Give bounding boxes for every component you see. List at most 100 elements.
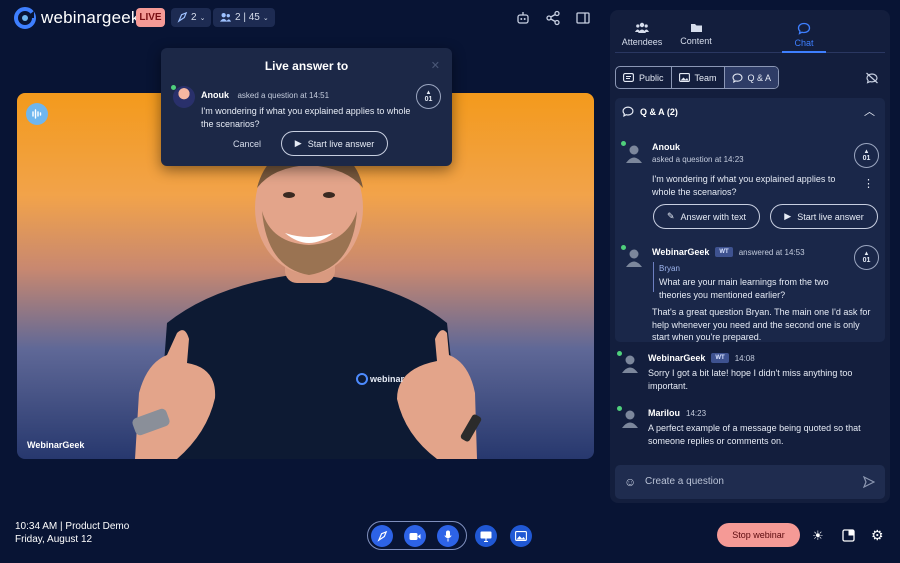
chevron-down-icon: ⌄ <box>262 14 269 22</box>
presenter-tool-button[interactable] <box>371 525 393 547</box>
filter-team[interactable]: Team <box>672 67 725 88</box>
time-and-title: 10:34 AM | Product Demo <box>15 521 130 532</box>
answer-with-text-label: Answer with text <box>680 211 747 222</box>
filter-qa[interactable]: Q & A <box>724 67 779 88</box>
online-indicator <box>617 351 622 356</box>
tab-content-label: Content <box>680 36 712 46</box>
chat-icon <box>797 22 811 35</box>
message-avatar <box>617 406 640 428</box>
send-icon[interactable] <box>863 476 875 488</box>
layout-icon[interactable] <box>842 529 855 542</box>
share-icon[interactable] <box>545 10 561 26</box>
message-author: WebinarGeek <box>648 353 706 363</box>
vote-count: 01 <box>424 96 433 103</box>
emoji-icon[interactable]: ☺ <box>624 475 636 489</box>
brand-logo: webinargeek <box>14 7 140 29</box>
hide-chat-icon[interactable] <box>865 72 879 84</box>
play-icon: ▶ <box>294 138 302 148</box>
popup-question: Anouk asked a question at 14:51 I'm wond… <box>201 85 411 130</box>
message-text: A perfect example of a message being quo… <box>648 423 861 446</box>
filter-public[interactable]: Public <box>616 67 672 88</box>
asker-avatar <box>171 85 195 108</box>
online-indicator <box>171 85 176 90</box>
online-indicator <box>621 245 626 250</box>
stop-webinar-button[interactable]: Stop webinar <box>717 523 800 547</box>
screen-share-button[interactable] <box>475 525 497 547</box>
question-upvote[interactable]: ▲ 01 <box>854 143 879 168</box>
chat-filter-group: Public Team Q & A <box>615 66 780 89</box>
tab-chat[interactable]: Chat <box>786 22 822 48</box>
quote-author: Bryan <box>659 264 680 273</box>
presenter-pen-icon <box>177 12 188 23</box>
answer-header: WebinarGeek WT answered at 14:53 <box>652 247 805 257</box>
answer-author: WebinarGeek <box>652 247 710 257</box>
start-live-answer-label: Start live answer <box>307 138 375 149</box>
team-image-icon <box>678 73 690 82</box>
question-input-box[interactable]: ☺ Create a question <box>615 465 885 499</box>
question-vote-count: 01 <box>862 155 871 162</box>
collapse-chevron-icon[interactable]: ︿ <box>864 103 875 119</box>
qa-chat-icon <box>622 106 634 117</box>
start-live-answer-label: Start live answer <box>797 211 864 222</box>
gear-icon[interactable]: ⚙ <box>871 528 884 542</box>
team-badge: WT <box>715 247 733 257</box>
filter-qa-label: Q & A <box>747 72 772 83</box>
attendees-dropdown[interactable]: 2 | 45 ⌄ <box>213 8 275 27</box>
qa-chat-icon <box>731 72 743 83</box>
answer-meta: answered at 14:53 <box>738 247 805 257</box>
media-button[interactable] <box>510 525 532 547</box>
microphone-icon <box>444 530 452 542</box>
pen-icon <box>376 530 387 542</box>
team-badge: WT <box>711 353 729 363</box>
asked-meta: asked a question at 14:51 <box>237 91 330 100</box>
brightness-icon[interactable]: ☀ <box>812 529 824 542</box>
cancel-button[interactable]: Cancel <box>233 139 261 149</box>
public-chat-icon <box>623 73 634 82</box>
tab-chat-label: Chat <box>794 38 814 48</box>
question-meta: asked a question at 14:23 <box>652 155 744 164</box>
filter-public-label: Public <box>639 72 664 83</box>
message-text: Sorry I got a bit late! hope I didn't mi… <box>648 368 853 391</box>
answer-upvote[interactable]: ▲ 01 <box>854 245 879 270</box>
speaker-name-label: WebinarGeek <box>27 440 85 450</box>
popup-title: Live answer to <box>264 59 349 73</box>
camera-button[interactable] <box>404 525 426 547</box>
live-badge: LIVE <box>136 8 165 27</box>
webinargeek-logo-icon <box>14 7 36 29</box>
upvote-button[interactable]: ▲ 01 <box>416 84 441 109</box>
message-author: Marilou <box>648 408 681 418</box>
tab-attendees-label: Attendees <box>621 37 663 47</box>
close-icon[interactable]: ✕ <box>431 59 440 72</box>
users-icon <box>219 13 232 22</box>
presenters-dropdown[interactable]: 2 ⌄ <box>171 8 212 27</box>
filter-team-label: Team <box>694 72 717 83</box>
more-options-icon[interactable]: ⋮ <box>863 177 874 190</box>
question-author: Anouk <box>652 142 680 152</box>
question-text: I'm wondering if what you explained appl… <box>201 106 411 129</box>
message-header: WebinarGeek WT 14:08 <box>648 353 755 363</box>
shirt-logo-text: webinar <box>370 374 405 384</box>
side-panel: Attendees Content Chat Public Team Q & A… <box>610 10 890 503</box>
sidebar-toggle-icon[interactable] <box>575 10 591 26</box>
microphone-button[interactable] <box>437 525 459 547</box>
session-info: 10:34 AM | Product Demo Friday, August 1… <box>15 521 129 546</box>
question-input[interactable]: Create a question <box>645 476 724 487</box>
presentation-icon <box>480 531 492 542</box>
tab-attendees[interactable]: Attendees <box>620 22 664 47</box>
question-text: I'm wondering if what you explained appl… <box>652 174 836 197</box>
users-icon <box>635 22 649 33</box>
play-icon: ▶ <box>784 211 792 221</box>
brand-name: webinargeek <box>41 8 140 27</box>
message-avatar <box>617 351 640 373</box>
tab-content[interactable]: Content <box>676 22 716 46</box>
pencil-icon: ✎ <box>666 211 675 221</box>
start-live-answer-button[interactable]: ▶ Start live answer <box>770 204 878 229</box>
start-live-answer-button[interactable]: ▶ Start live answer <box>281 131 388 156</box>
answer-with-text-button[interactable]: ✎ Answer with text <box>653 204 760 229</box>
image-icon <box>515 531 527 541</box>
presenters-count: 2 <box>191 12 197 23</box>
attendees-count: 2 | 45 <box>235 12 260 23</box>
qa-section: Q & A (2) ︿ Anouk asked a question at 14… <box>615 98 885 342</box>
bot-icon[interactable] <box>515 10 531 26</box>
qa-header: Q & A (2) <box>622 106 678 117</box>
